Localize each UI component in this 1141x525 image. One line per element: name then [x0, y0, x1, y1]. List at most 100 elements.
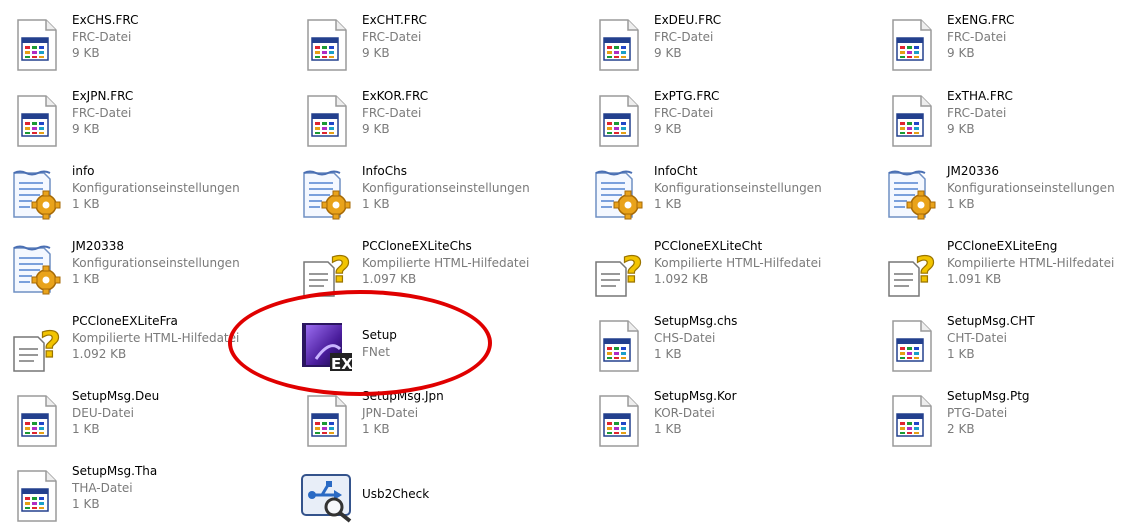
file-size: 1 KB: [362, 422, 390, 436]
file-item[interactable]: ExPTG.FRC FRC-Datei 9 KB: [592, 88, 867, 150]
file-item[interactable]: ExTHA.FRC FRC-Datei 9 KB: [885, 88, 1141, 150]
file-item[interactable]: ExCHT.FRC FRC-Datei 9 KB: [300, 12, 575, 74]
file-item[interactable]: SetupMsg.Ptg PTG-Datei 2 KB: [885, 388, 1141, 450]
file-text: SetupMsg.Jpn JPN-Datei 1 KB: [362, 388, 444, 438]
file-type: THA-Datei: [72, 480, 133, 495]
frc-file-icon: [10, 469, 64, 523]
file-type: Kompilierte HTML-Hilfedatei: [72, 330, 240, 345]
file-text: ExCHS.FRC FRC-Datei 9 KB: [72, 12, 139, 62]
file-item[interactable]: info Konfigurationseinstellungen 1 KB: [10, 163, 285, 225]
file-text: PCCloneEXLiteEng Kompilierte HTML-Hilfeda…: [947, 238, 1114, 288]
file-name: ExCHT.FRC: [362, 13, 427, 27]
file-text: InfoChs Konfigurationseinstellungen 1 KB: [362, 163, 530, 213]
file-size: 1 KB: [362, 197, 390, 211]
file-item[interactable]: ExCHS.FRC FRC-Datei 9 KB: [10, 12, 285, 74]
file-item[interactable]: SetupMsg.chs CHS-Datei 1 KB: [592, 313, 867, 375]
file-size: 1 KB: [947, 347, 975, 361]
file-name: Setup: [362, 328, 397, 342]
file-text: InfoCht Konfigurationseinstellungen 1 KB: [654, 163, 822, 213]
file-name: JM20336: [947, 164, 1000, 178]
frc-file-icon: [885, 394, 939, 448]
file-name: SetupMsg.Tha: [72, 464, 158, 478]
file-type: CHT-Datei: [947, 330, 1007, 345]
file-item[interactable]: SetupMsg.Jpn JPN-Datei 1 KB: [300, 388, 575, 450]
file-size: 9 KB: [947, 46, 975, 60]
file-name: ExTHA.FRC: [947, 89, 1013, 103]
file-size: 1 KB: [72, 197, 100, 211]
frc-file-icon: [592, 18, 646, 72]
file-type: FRC-Datei: [362, 105, 422, 120]
file-name: SetupMsg.Ptg: [947, 389, 1030, 403]
file-size: 1 KB: [72, 497, 100, 511]
file-size: 2 KB: [947, 422, 975, 436]
file-item[interactable]: SetupMsg.Deu DEU-Datei 1 KB: [10, 388, 285, 450]
file-text: PCCloneEXLiteChs Kompilierte HTML-Hilfeda…: [362, 238, 529, 288]
file-name: ExENG.FRC: [947, 13, 1015, 27]
file-type: FRC-Datei: [72, 105, 132, 120]
file-size: 1 KB: [947, 197, 975, 211]
file-text: info Konfigurationseinstellungen 1 KB: [72, 163, 240, 213]
setup-app-icon: EX: [300, 319, 354, 373]
file-item[interactable]: ? PCCloneEXLiteFra Kompilierte HTML-Hilfe…: [10, 313, 285, 375]
file-name: ExPTG.FRC: [654, 89, 720, 103]
svg-text:?: ?: [40, 325, 61, 366]
file-name: PCCloneEXLiteCht: [654, 239, 763, 253]
file-type: Kompilierte HTML-Hilfedatei: [947, 255, 1115, 270]
file-text: SetupMsg.Kor KOR-Datei 1 KB: [654, 388, 737, 438]
file-type: Kompilierte HTML-Hilfedatei: [362, 255, 530, 270]
file-item[interactable]: SetupMsg.Kor KOR-Datei 1 KB: [592, 388, 867, 450]
file-item[interactable]: EX Setup FNet: [300, 313, 575, 375]
file-item[interactable]: Usb2Check: [300, 463, 575, 525]
file-name: JM20338: [72, 239, 125, 253]
file-type: FRC-Datei: [362, 29, 422, 44]
file-item[interactable]: ExDEU.FRC FRC-Datei 9 KB: [592, 12, 867, 74]
file-item[interactable]: InfoCht Konfigurationseinstellungen 1 KB: [592, 163, 867, 225]
file-item[interactable]: ExKOR.FRC FRC-Datei 9 KB: [300, 88, 575, 150]
frc-file-icon: [885, 319, 939, 373]
file-size: 1 KB: [654, 197, 682, 211]
frc-file-icon: [10, 94, 64, 148]
file-text: SetupMsg.Deu DEU-Datei 1 KB: [72, 388, 159, 438]
frc-file-icon: [885, 94, 939, 148]
file-text: JM20338 Konfigurationseinstellungen 1 KB: [72, 238, 240, 288]
file-type: Konfigurationseinstellungen: [654, 180, 822, 195]
file-type: Konfigurationseinstellungen: [72, 255, 240, 270]
file-name: InfoChs: [362, 164, 407, 178]
file-type: FNet: [362, 344, 390, 359]
config-settings-icon: [10, 169, 64, 223]
frc-file-icon: [300, 94, 354, 148]
file-text: PCCloneEXLiteCht Kompilierte HTML-Hilfeda…: [654, 238, 821, 288]
help-file-icon: ?: [10, 319, 64, 373]
frc-file-icon: [300, 394, 354, 448]
file-item[interactable]: SetupMsg.CHT CHT-Datei 1 KB: [885, 313, 1141, 375]
file-name: ExKOR.FRC: [362, 89, 429, 103]
frc-file-icon: [10, 18, 64, 72]
file-item[interactable]: ExENG.FRC FRC-Datei 9 KB: [885, 12, 1141, 74]
help-file-icon: ?: [300, 244, 354, 298]
file-name: PCCloneEXLiteEng: [947, 239, 1058, 253]
file-item[interactable]: ? PCCloneEXLiteChs Kompilierte HTML-Hilfe…: [300, 238, 575, 300]
file-text: ExENG.FRC FRC-Datei 9 KB: [947, 12, 1014, 62]
file-size: 1.097 KB: [362, 272, 417, 286]
config-settings-icon: [885, 169, 939, 223]
file-item[interactable]: ? PCCloneEXLiteEng Kompilierte HTML-Hilfe…: [885, 238, 1141, 300]
file-item[interactable]: ? PCCloneEXLiteCht Kompilierte HTML-Hilfe…: [592, 238, 867, 300]
file-type: Kompilierte HTML-Hilfedatei: [654, 255, 822, 270]
config-settings-icon: [592, 169, 646, 223]
file-type: PTG-Datei: [947, 405, 1008, 420]
file-size: 9 KB: [947, 122, 975, 136]
file-item[interactable]: InfoChs Konfigurationseinstellungen 1 KB: [300, 163, 575, 225]
file-item[interactable]: JM20338 Konfigurationseinstellungen 1 KB: [10, 238, 285, 300]
file-item[interactable]: JM20336 Konfigurationseinstellungen 1 KB: [885, 163, 1141, 225]
file-item[interactable]: SetupMsg.Tha THA-Datei 1 KB: [10, 463, 285, 525]
file-size: 1 KB: [654, 422, 682, 436]
file-name: SetupMsg.chs: [654, 314, 738, 328]
file-type: Konfigurationseinstellungen: [362, 180, 530, 195]
file-name: SetupMsg.Jpn: [362, 389, 444, 403]
file-item[interactable]: ExJPN.FRC FRC-Datei 9 KB: [10, 88, 285, 150]
file-text: SetupMsg.Ptg PTG-Datei 2 KB: [947, 388, 1030, 438]
file-type: DEU-Datei: [72, 405, 134, 420]
file-type: Konfigurationseinstellungen: [947, 180, 1115, 195]
file-text: SetupMsg.CHT CHT-Datei 1 KB: [947, 313, 1035, 363]
frc-file-icon: [885, 18, 939, 72]
